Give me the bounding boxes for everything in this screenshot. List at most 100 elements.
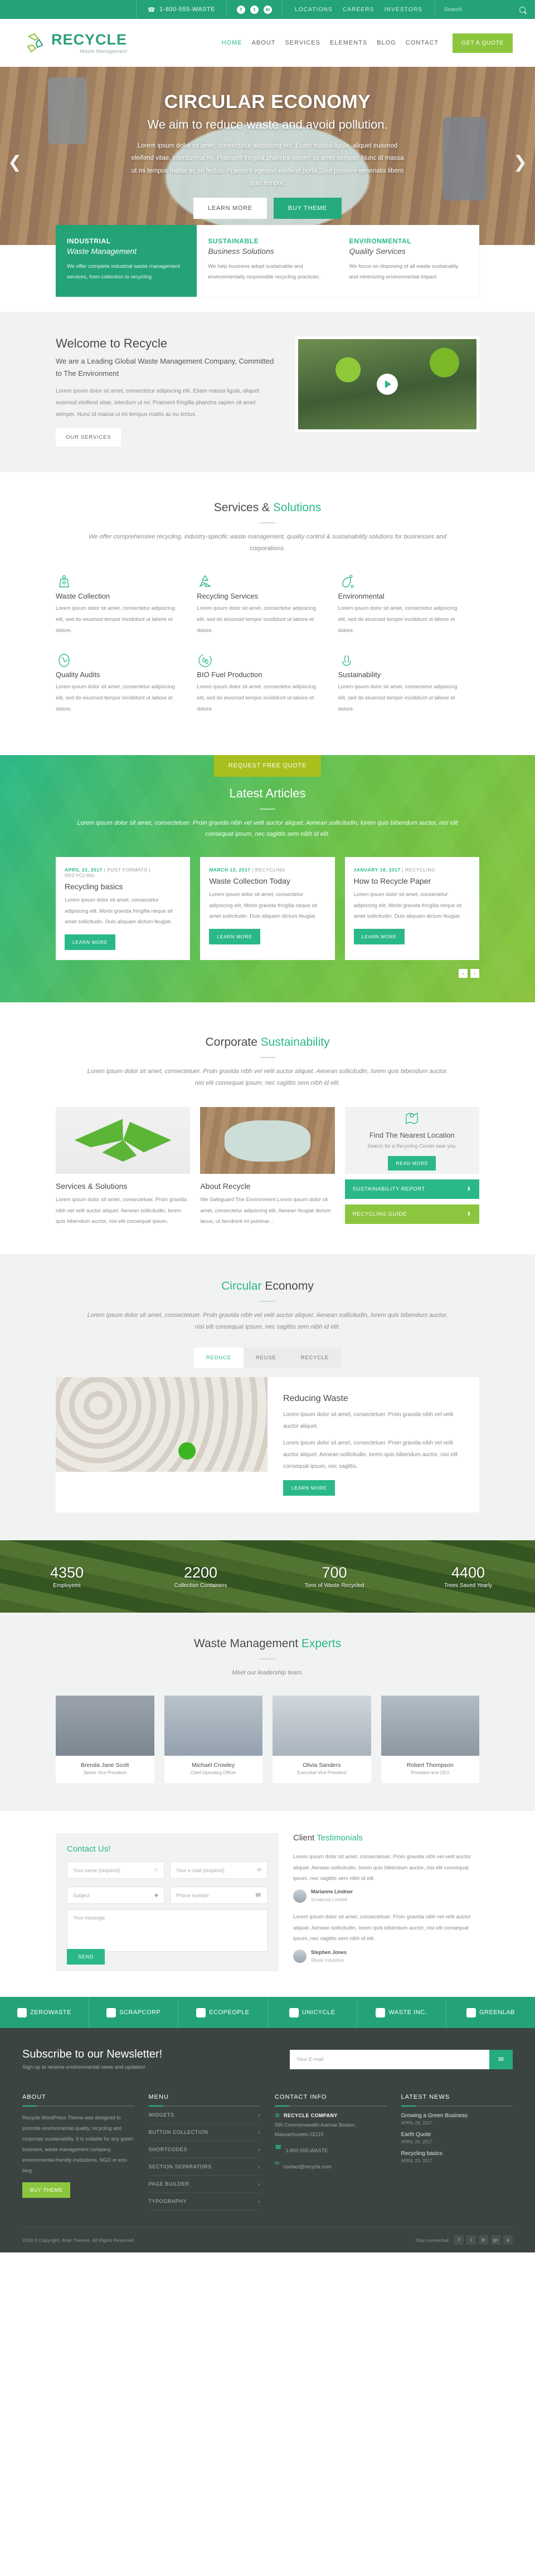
team-member-photo <box>273 1696 371 1756</box>
buy-theme-button[interactable]: BUY THEME <box>22 2182 71 2198</box>
feature-box-sustainable[interactable]: SUSTAINABLE Business Solutions We help b… <box>197 225 338 297</box>
footer-menu-item-section-separators[interactable]: SECTION SEPARATORS › <box>148 2158 260 2176</box>
footer-news-item[interactable]: Earth Quote APRIL 25, 2017 <box>401 2132 513 2144</box>
newsletter-submit-button[interactable]: ✉ <box>489 2049 513 2069</box>
hero-learn-more-button[interactable]: LEARN MORE <box>193 197 267 219</box>
hero-prev-arrow[interactable]: ❮ <box>8 153 22 172</box>
nav-item-blog[interactable]: BLOG <box>377 40 396 46</box>
footer-menu-item-shortcodes[interactable]: SHORTCODES › <box>148 2141 260 2159</box>
facebook-icon[interactable]: f <box>454 2235 464 2245</box>
twitter-icon[interactable]: t <box>250 5 259 14</box>
search-icon[interactable] <box>519 6 526 13</box>
tab-reuse[interactable]: REUSE <box>243 1348 289 1369</box>
service-recycling-services[interactable]: Recycling Services Lorem ipsum dolor sit… <box>197 574 338 636</box>
hero-next-arrow[interactable]: ❯ <box>513 153 527 172</box>
client-logo-ecopeople[interactable]: ECOPEOPLE <box>178 1997 268 2029</box>
phone-field[interactable]: Phone number ☎ <box>170 1887 268 1904</box>
corporate-column-services[interactable]: Services & Solutions Lorem ipsum dolor s… <box>56 1106 191 1228</box>
footer-menu-item-widgets[interactable]: WIDGETS › <box>148 2107 260 2124</box>
team-member[interactable]: Olivia Sanders Executive Vice President <box>273 1696 371 1784</box>
service-sustainability[interactable]: Sustainability Lorem ipsum dolor sit ame… <box>338 652 479 715</box>
footer-news-item[interactable]: Recycling basics APRIL 23, 2017 <box>401 2151 513 2163</box>
corporate-column-about[interactable]: About Recycle We Safeguard The Environme… <box>200 1106 335 1228</box>
top-link-locations[interactable]: LOCATIONS <box>295 7 333 13</box>
twitter-icon[interactable]: t <box>466 2235 476 2245</box>
feature-box-environmental[interactable]: ENVIRONMENTAL Quality Services We focus … <box>338 225 479 297</box>
send-button[interactable]: SEND <box>67 1949 105 1965</box>
article-learn-more-button[interactable]: LEARN MORE <box>353 928 405 944</box>
request-free-quote-button[interactable]: REQUEST FREE QUOTE <box>213 755 322 777</box>
pinterest-icon[interactable]: p <box>503 2235 513 2245</box>
footer-menu-item-page-builder[interactable]: PAGE BUILDER › <box>148 2176 260 2193</box>
footer-news-item[interactable]: Growing a Green Business APRIL 28, 2017 <box>401 2113 513 2126</box>
footer-menu-item-button-collection[interactable]: BUTTON COLLECTION › <box>148 2124 260 2142</box>
logo[interactable]: RECYCLE Waste Management <box>22 31 127 55</box>
top-link-careers[interactable]: CAREERS <box>343 7 374 13</box>
article-learn-more-button[interactable]: LEARN MORE <box>65 934 116 950</box>
read-more-button[interactable]: READ MORE <box>388 1155 436 1171</box>
service-title: Environmental <box>338 591 385 600</box>
newsletter-title: Subscribe to our Newsletter! <box>22 2048 163 2061</box>
feature-box-industrial[interactable]: INDUSTRIAL Waste Management We offer com… <box>56 225 197 297</box>
corporate-col-body: We Safeguard The Environment Lorem ipsum… <box>200 1196 331 1225</box>
client-logo-wasteinc[interactable]: WASTE INC. <box>357 1997 446 2029</box>
subject-field[interactable]: Subject ◆ <box>67 1887 164 1904</box>
articles-next-button[interactable]: › <box>470 968 479 978</box>
nav-item-services[interactable]: SERVICES <box>285 40 320 46</box>
play-button-icon[interactable] <box>377 374 398 395</box>
client-logo-scrapcorp[interactable]: SCRAPCORP <box>89 1997 179 2029</box>
our-services-button[interactable]: OUR SERVICES <box>56 428 121 447</box>
find-location-box: Find The Nearest Location Search for a R… <box>344 1106 479 1174</box>
article-learn-more-button[interactable]: LEARN MORE <box>209 928 260 944</box>
phone-icon: ☎ <box>147 6 155 13</box>
top-link-investors[interactable]: INVESTORS <box>385 7 422 13</box>
articles-prev-button[interactable]: ‹ <box>459 968 468 978</box>
client-logo-greenlab[interactable]: GREENLAB <box>446 1997 535 2028</box>
service-quality-audits[interactable]: Quality Audits Lorem ipsum dolor sit ame… <box>56 652 197 715</box>
team-member[interactable]: Michael Crowley Chief Operating Officer <box>164 1696 262 1784</box>
client-logo-zerowaste[interactable]: ZEROWASTE <box>0 1997 90 2029</box>
search-input[interactable] <box>444 6 497 13</box>
facebook-icon[interactable]: f <box>236 5 245 14</box>
service-bio-fuel-production[interactable]: BIO Fuel Production Lorem ipsum dolor si… <box>197 652 338 715</box>
footer-menu-item-typography[interactable]: TYPOGRAPHY › <box>148 2193 260 2211</box>
nav-item-elements[interactable]: ELEMENTS <box>330 40 367 46</box>
welcome-title: Welcome to Recycle <box>56 336 168 350</box>
footer-phone[interactable]: 1-800-555-WASTE <box>285 2146 328 2156</box>
nav-item-contact[interactable]: CONTACT <box>406 40 439 46</box>
linkedin-icon[interactable]: in <box>263 5 272 14</box>
top-bar-phone[interactable]: ☎ 1-800-555-WASTE <box>135 0 227 19</box>
nav-item-about[interactable]: ABOUT <box>252 40 276 46</box>
circular-title: Circular Economy <box>221 1280 314 1293</box>
article-card[interactable]: APRIL 23, 2017 | POST FORMATS | RECYCLIN… <box>56 857 191 960</box>
hero-title: CIRCULAR ECONOMY <box>164 91 371 112</box>
counter-trees-saved: 4400 Trees Saved Yearly <box>401 1564 535 1589</box>
hero-buy-theme-button[interactable]: BUY THEME <box>273 197 342 219</box>
message-field[interactable]: Your message <box>67 1909 268 1952</box>
sustainability-report-download[interactable]: SUSTAINABILITY REPORT ⬇ <box>344 1179 479 1199</box>
circular-learn-more-button[interactable]: LEARN MORE <box>283 1480 335 1496</box>
name-field[interactable]: Your name (required) ☃ <box>67 1862 164 1879</box>
linkedin-icon[interactable]: in <box>479 2235 488 2245</box>
team-member[interactable]: Robert Thompson President and CEO <box>381 1696 479 1784</box>
googleplus-icon[interactable]: g+ <box>491 2235 500 2245</box>
footer-email[interactable]: contact@recycle.com <box>283 2162 331 2172</box>
tab-reduce[interactable]: REDUCE <box>193 1348 244 1369</box>
email-field[interactable]: Your e-mail (required) ✉ <box>170 1862 268 1879</box>
nav-item-home[interactable]: HOME <box>222 40 242 46</box>
top-bar-search <box>435 0 535 19</box>
welcome-video[interactable] <box>295 336 479 432</box>
newsletter-email-input[interactable]: Your E-mail <box>290 2049 489 2069</box>
footer-company: RECYCLE COMPANY <box>283 2113 338 2119</box>
service-environmental[interactable]: Environmental Lorem ipsum dolor sit amet… <box>338 574 479 636</box>
tab-recycle[interactable]: RECYCLE <box>288 1348 342 1369</box>
service-waste-collection[interactable]: Waste Collection Lorem ipsum dolor sit a… <box>56 574 197 636</box>
article-card[interactable]: MARCH 13, 2017 | RECYCLING Waste Collect… <box>200 857 335 960</box>
team-member[interactable]: Brenda Jane Scott Senior Vice President <box>56 1696 154 1784</box>
download-icon: ⬇ <box>466 1211 471 1217</box>
counter-label: Employees <box>53 1583 81 1589</box>
recycling-guide-download[interactable]: RECYCLING GUIDE ⬇ <box>344 1204 479 1224</box>
get-a-quote-button[interactable]: GET A QUOTE <box>453 33 513 53</box>
article-card[interactable]: JANUARY 18, 2017 | RECYCLING How to Recy… <box>344 857 479 960</box>
client-logo-unicycle[interactable]: UNICYCLE <box>268 1997 357 2029</box>
